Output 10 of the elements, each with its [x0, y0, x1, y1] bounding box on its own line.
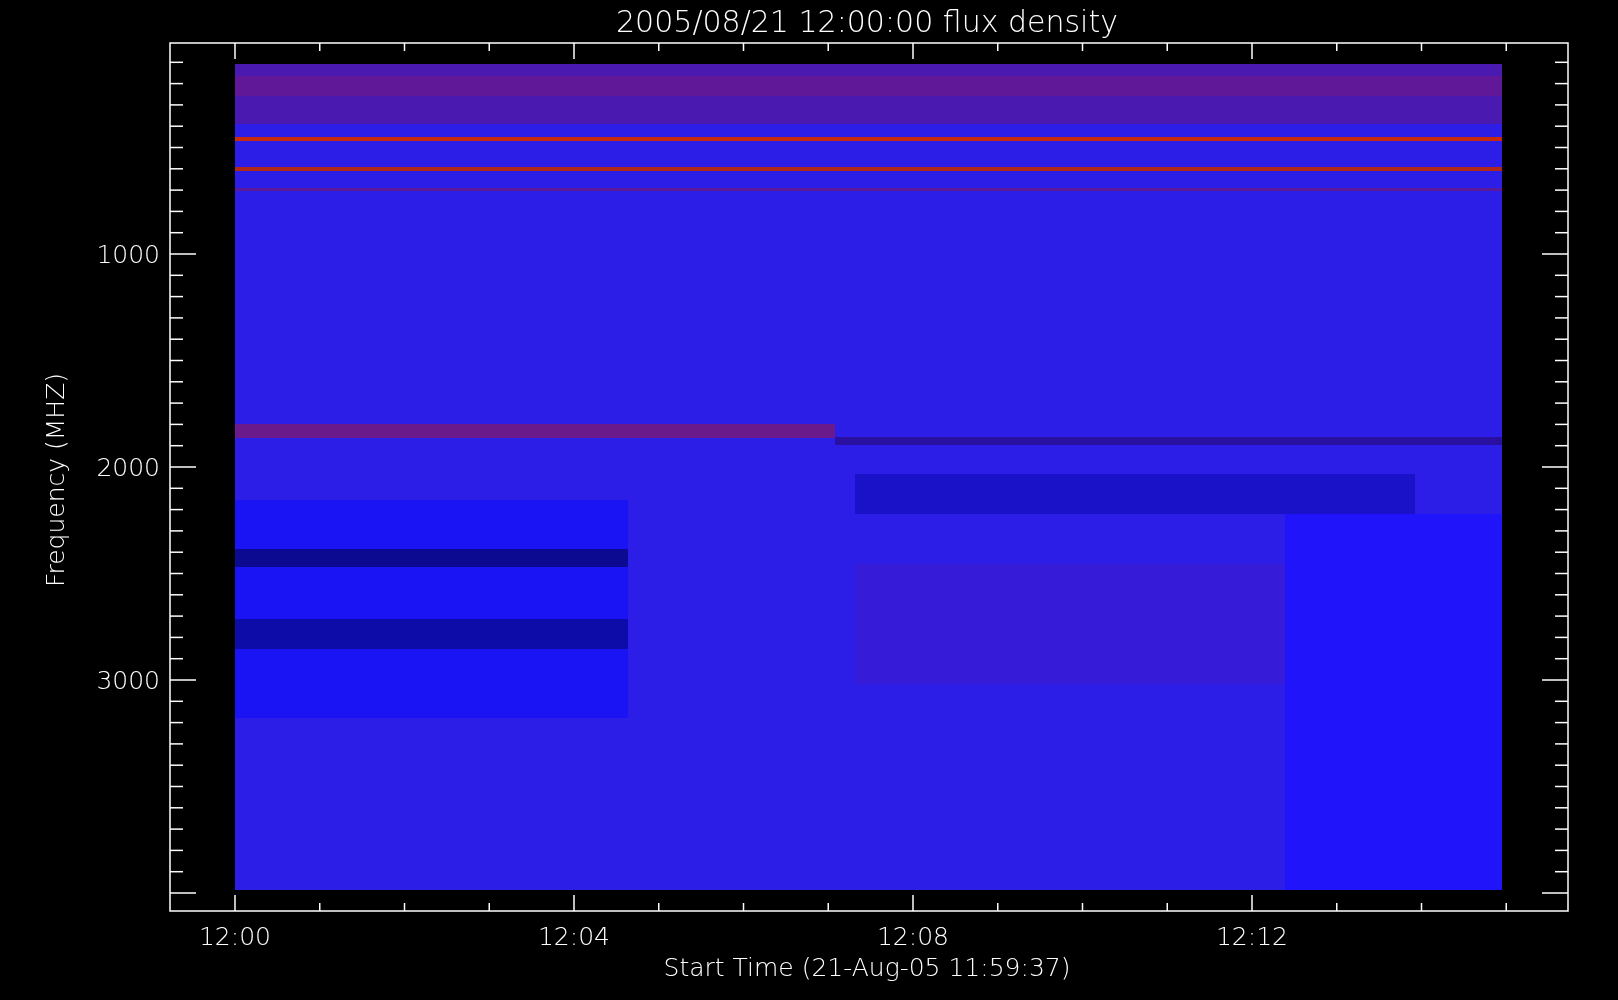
tick-label: 12:08 [877, 922, 949, 951]
tick-label: 12:00 [199, 922, 271, 951]
tick-label: 1000 [96, 240, 160, 269]
tick-label: 3000 [96, 666, 160, 695]
chart-title: 2005/08/21 12:00:00 flux density [616, 4, 1118, 39]
axis-label: Start Time (21-Aug-05 11:59:37) [663, 953, 1071, 982]
tick-label: 12:12 [1216, 922, 1288, 951]
tick-label: 12:04 [538, 922, 610, 951]
tick-label: 2000 [96, 453, 160, 482]
axis-label: Frequency (MHZ) [41, 372, 70, 588]
